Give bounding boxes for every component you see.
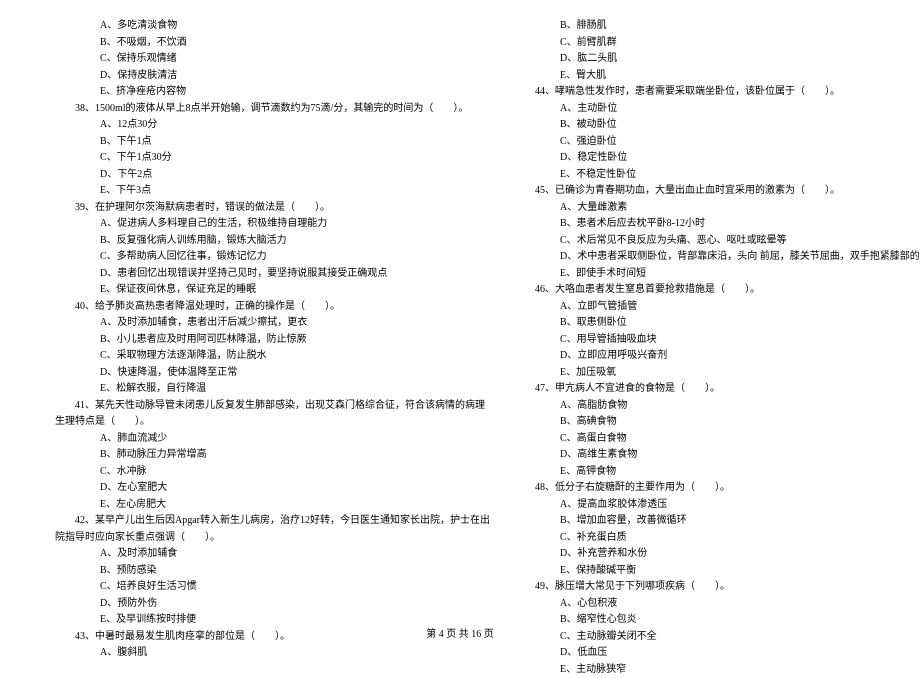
option-line: A、多吃清淡食物 (40, 18, 430, 35)
option-line: C、多帮助病人回忆往事，锻炼记忆力 (40, 249, 430, 266)
option-line: C、术后常见不良反应为头痛、恶心、呕吐或眩晕等 (500, 233, 890, 250)
option-line: E、臀大肌 (500, 68, 890, 85)
option-line: D、保持皮肤清洁 (40, 68, 430, 85)
option-line: A、促进病人多料理自己的生活，积极维持自理能力 (40, 216, 430, 233)
option-line: A、及时添加辅食 (40, 546, 430, 563)
option-line: B、患者术后应去枕平卧8-12小时 (500, 216, 890, 233)
left-column: A、多吃清淡食物B、不吸烟，不饮酒C、保持乐观情绪D、保持皮肤清洁E、挤净痤疮内… (0, 18, 460, 618)
option-line: E、高钾食物 (500, 464, 890, 481)
option-line: D、低血压 (500, 645, 890, 662)
option-line: D、患者回忆出现错误并坚持己见时，要坚持说服其接受正确观点 (40, 266, 430, 283)
option-line: E、不稳定性卧位 (500, 167, 890, 184)
option-line: C、水冲脉 (40, 464, 430, 481)
option-line: D、高维生素食物 (500, 447, 890, 464)
question-line: 41、某先天性动脉导管未闭患儿反复发生肺部感染，出现艾森门格综合征，符合该病情的… (40, 398, 430, 415)
option-line: E、主动脉狭窄 (500, 662, 890, 678)
option-line: A、心包积液 (500, 596, 890, 613)
question-line: 39、在护理阿尔茨海默病患者时，错误的做法是（ ）。 (40, 200, 430, 217)
option-line: C、采取物理方法逐渐降温，防止脱水 (40, 348, 430, 365)
option-line: C、下午1点30分 (40, 150, 430, 167)
option-line: C、前臂肌群 (500, 35, 890, 52)
option-line: A、高脂肪食物 (500, 398, 890, 415)
option-line: D、稳定性卧位 (500, 150, 890, 167)
option-line: D、补充营养和水份 (500, 546, 890, 563)
option-line: E、保证夜间休息，保证充足的睡眠 (40, 282, 430, 299)
option-line: D、预防外伤 (40, 596, 430, 613)
question-line: 生理特点是（ ）。 (40, 414, 430, 431)
option-line: B、不吸烟，不饮酒 (40, 35, 430, 52)
option-line: A、腹斜肌 (40, 645, 430, 662)
option-line: C、强迫卧位 (500, 134, 890, 151)
option-line: E、挤净痤疮内容物 (40, 84, 430, 101)
option-line: D、左心室肥大 (40, 480, 430, 497)
option-line: C、用导管插抽吸血块 (500, 332, 890, 349)
option-line: A、立即气管插管 (500, 299, 890, 316)
question-line: 38、1500ml的液体从早上8点半开始输，调节滴数约为75滴/分，其输完的时间… (40, 101, 430, 118)
option-line: D、术中患者采取侧卧位，背部靠床沿，头向 前屈，膝关节屈曲，双手抱紧膝部的姿势 (500, 249, 890, 266)
option-line: A、主动卧位 (500, 101, 890, 118)
option-line: B、腓肠肌 (500, 18, 890, 35)
option-line: C、保持乐观情绪 (40, 51, 430, 68)
option-line: B、取患侧卧位 (500, 315, 890, 332)
option-line: B、肺动脉压力异常增高 (40, 447, 430, 464)
option-line: E、左心房肥大 (40, 497, 430, 514)
option-line: B、被动卧位 (500, 117, 890, 134)
question-line: 44、哮喘急性发作时，患者需要采取端坐卧位，该卧位属于（ ）。 (500, 84, 890, 101)
option-line: A、12点30分 (40, 117, 430, 134)
option-line: B、反复强化病人训练用脑，锻炼大脑活力 (40, 233, 430, 250)
page-footer: 第 4 页 共 16 页 (0, 625, 920, 640)
option-line: E、加压吸氧 (500, 365, 890, 382)
question-line: 45、已确诊为青春期功血，大量出血止血时宜采用的激素为（ ）。 (500, 183, 890, 200)
question-line: 40、给予肺炎高热患者降温处理时，正确的操作是（ ）。 (40, 299, 430, 316)
option-line: E、松解衣服，自行降温 (40, 381, 430, 398)
option-line: C、高蛋白食物 (500, 431, 890, 448)
option-line: E、即使手术时间短 (500, 266, 890, 283)
option-line: A、提高血浆胶体渗透压 (500, 497, 890, 514)
option-line: C、培养良好生活习惯 (40, 579, 430, 596)
option-line: D、快速降温，使体温降至正常 (40, 365, 430, 382)
option-line: A、及时添加辅食，患者出汗后减少擦拭，更衣 (40, 315, 430, 332)
option-line: B、高碘食物 (500, 414, 890, 431)
option-line: B、预防感染 (40, 563, 430, 580)
option-line: A、肺血流减少 (40, 431, 430, 448)
option-line: D、立即应用呼吸兴奋剂 (500, 348, 890, 365)
option-line: B、下午1点 (40, 134, 430, 151)
option-line: D、肱二头肌 (500, 51, 890, 68)
option-line: B、小儿患者应及时用阿司匹林降温，防止惊厥 (40, 332, 430, 349)
option-line: A、大量雌激素 (500, 200, 890, 217)
question-line: 46、大咯血患者发生窒息首要抢救措施是（ ）。 (500, 282, 890, 299)
option-line: E、保持酸碱平衡 (500, 563, 890, 580)
document-columns: A、多吃清淡食物B、不吸烟，不饮酒C、保持乐观情绪D、保持皮肤清洁E、挤净痤疮内… (0, 18, 920, 618)
question-line: 42、某早产儿出生后因Apgar转入新生儿病房，治疗12好转，今日医生通知家长出… (40, 513, 430, 530)
right-column: B、腓肠肌C、前臂肌群D、肱二头肌E、臀大肌44、哮喘急性发作时，患者需要采取端… (460, 18, 920, 618)
question-line: 47、甲亢病人不宜进食的食物是（ ）。 (500, 381, 890, 398)
question-line: 48、低分子右旋糖酐的主要作用为（ ）。 (500, 480, 890, 497)
option-line: C、补充蛋白质 (500, 530, 890, 547)
question-line: 49、脉压增大常见于下列哪项疾病（ ）。 (500, 579, 890, 596)
option-line: E、下午3点 (40, 183, 430, 200)
question-line: 院指导时应向家长重点强调（ ）。 (40, 530, 430, 547)
option-line: B、增加血容量，改善微循环 (500, 513, 890, 530)
option-line: D、下午2点 (40, 167, 430, 184)
